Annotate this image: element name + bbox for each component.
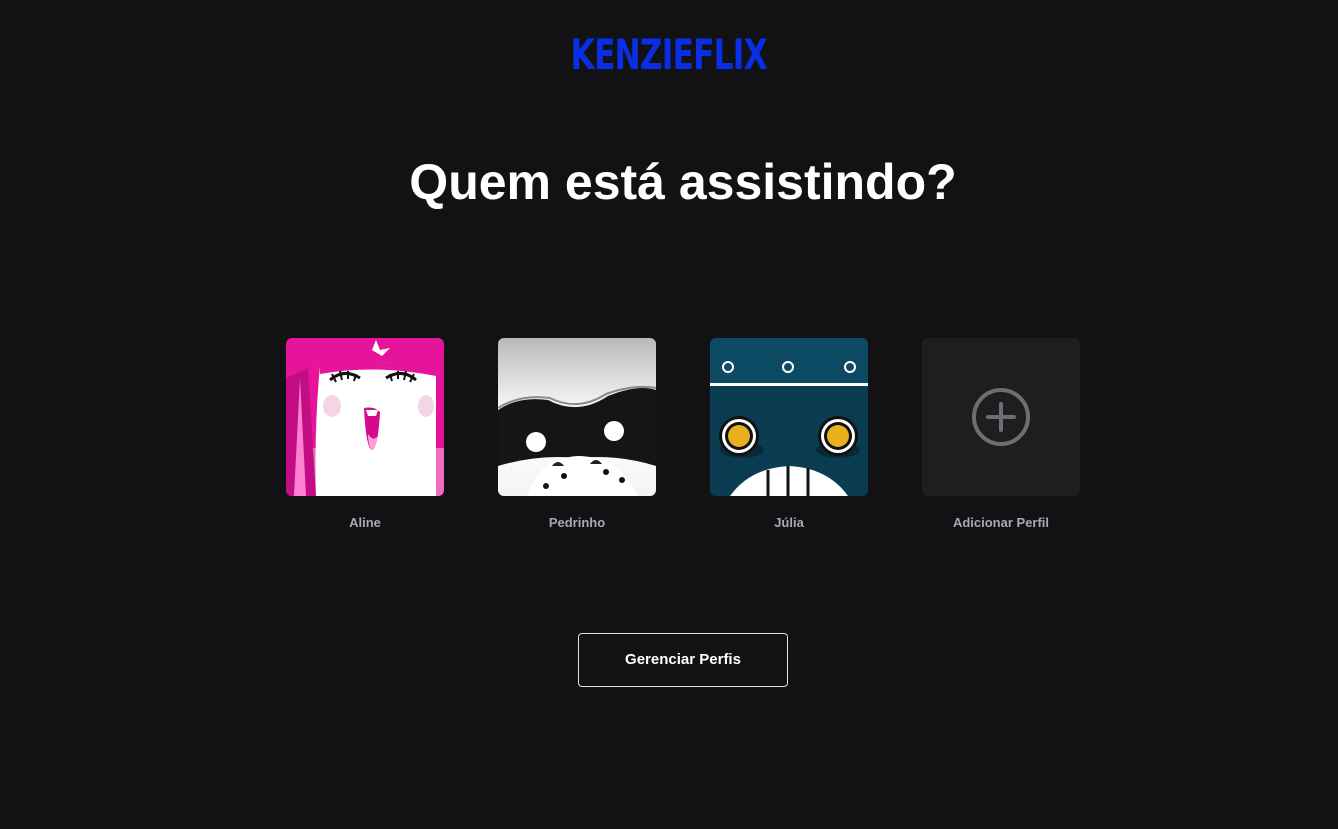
profile-name: Júlia: [774, 515, 804, 530]
profile-card-julia[interactable]: Júlia: [710, 338, 868, 531]
plus-circle-icon: [972, 388, 1030, 446]
profile-name: Aline: [349, 515, 381, 530]
panda-character-avatar[interactable]: [498, 338, 656, 496]
robot-character-avatar[interactable]: [710, 338, 868, 496]
profile-list: Aline Pedrinho Júlia Adicionar Perfil: [286, 338, 1080, 538]
manage-profiles-button[interactable]: Gerenciar Perfis: [578, 633, 788, 687]
logo-text: KENZIEFLIX: [570, 31, 768, 80]
profile-selection-page: KENZIEFLIX Quem está assistindo? Aline P…: [0, 0, 1338, 829]
pink-character-avatar[interactable]: [286, 338, 444, 496]
profile-card-aline[interactable]: Aline: [286, 338, 444, 531]
add-profile-card[interactable]: Adicionar Perfil: [922, 338, 1080, 531]
page-title: Quem está assistindo?: [409, 154, 957, 210]
profile-card-pedrinho[interactable]: Pedrinho: [498, 338, 656, 531]
profile-name: Pedrinho: [548, 515, 606, 530]
add-profile-label: Adicionar Perfil: [952, 515, 1050, 530]
brand-logo: KENZIEFLIX: [0, 30, 1338, 80]
add-profile-button[interactable]: [922, 338, 1080, 496]
